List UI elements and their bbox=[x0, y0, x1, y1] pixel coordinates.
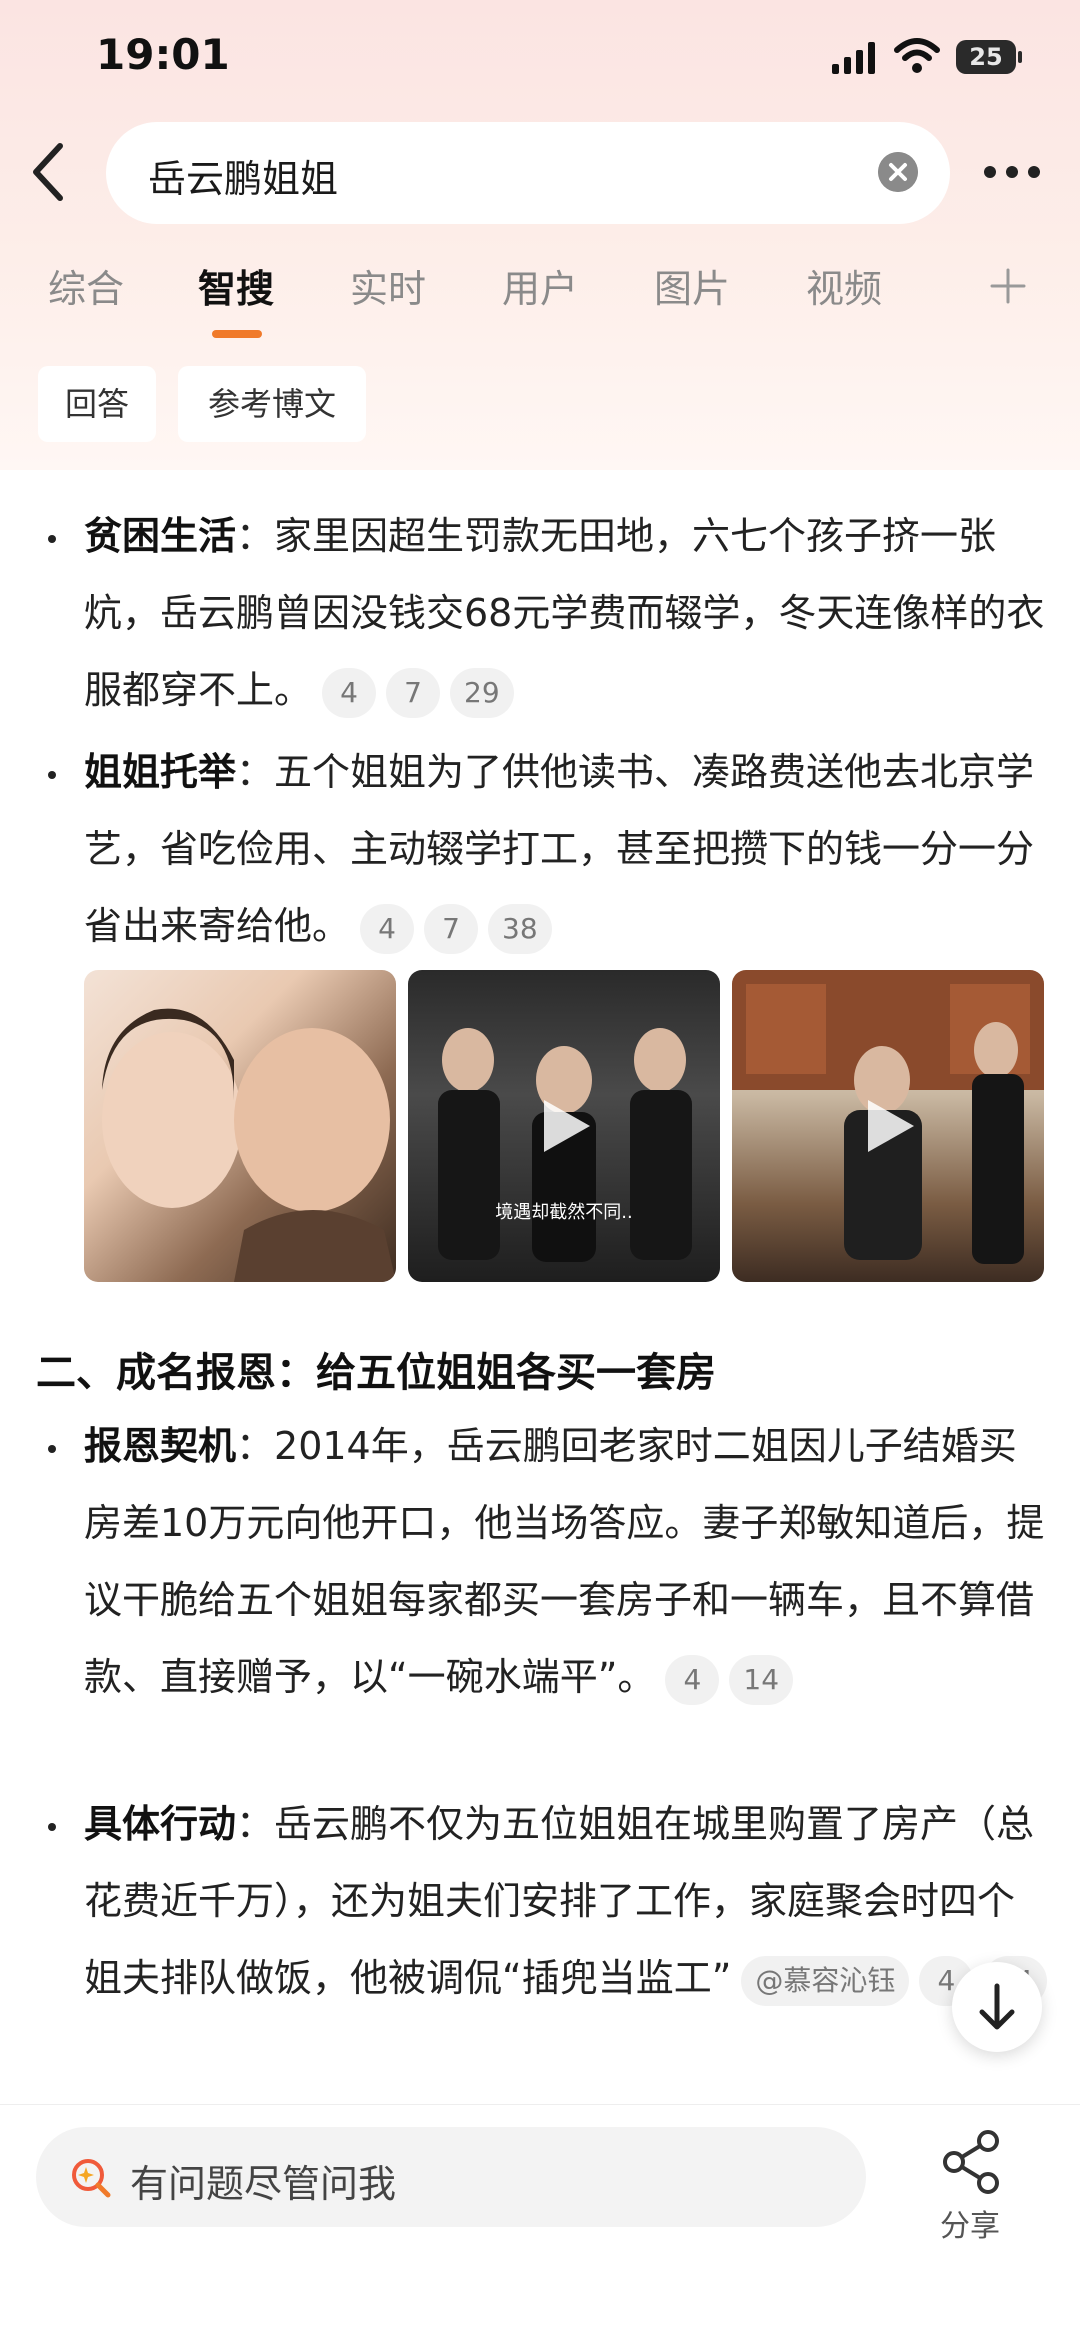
bullet-dot bbox=[48, 1445, 56, 1453]
item-title: 具体行动 bbox=[84, 1802, 237, 1846]
ask-input[interactable]: 有问题尽管问我 bbox=[36, 2127, 866, 2227]
tab-comprehensive[interactable]: 综合 bbox=[48, 258, 124, 313]
share-icon[interactable] bbox=[940, 2129, 1006, 2195]
wifi-icon bbox=[894, 38, 940, 73]
tab-bar: 综合 智搜 实时 用户 图片 视频 bbox=[0, 258, 1080, 338]
citation-badge[interactable]: 4 bbox=[322, 667, 377, 718]
item-title: 姐姐托举 bbox=[84, 750, 237, 794]
item-repay: 报恩契机：2014年，岳云鹏回老家时二姐因儿子结婚买房差10万元向他开口，他当场… bbox=[84, 1408, 1050, 1716]
battery-icon: 25 bbox=[956, 40, 1022, 74]
item-title: 贫困生活 bbox=[84, 514, 237, 558]
arrow-down-icon bbox=[979, 1983, 1015, 2030]
ai-search-icon bbox=[72, 2159, 111, 2198]
item-poverty: 贫困生活：家里因超生罚款无田地，六七个孩子挤一张炕，岳云鹏曾因没钱交68元学费而… bbox=[84, 498, 1050, 729]
citation-badge[interactable]: 7 bbox=[424, 903, 479, 954]
bullet-dot bbox=[48, 535, 56, 543]
status-bar: 19:01 25 bbox=[0, 0, 1080, 120]
tab-images[interactable]: 图片 bbox=[654, 258, 730, 313]
bullet-dot bbox=[48, 771, 56, 779]
mention-badge[interactable]: @慕容沁钰 bbox=[741, 1955, 910, 2006]
tab-smart-search[interactable]: 智搜 bbox=[198, 258, 274, 313]
bottom-bar: 有问题尽管问我 分享 bbox=[0, 2104, 1080, 2337]
scroll-down-button[interactable] bbox=[952, 1962, 1042, 2052]
signal-icon bbox=[832, 42, 875, 74]
citation-badge[interactable]: 29 bbox=[450, 667, 514, 718]
back-arrow-icon[interactable] bbox=[28, 140, 68, 204]
battery-level: 25 bbox=[956, 40, 1016, 74]
item-action: 具体行动：岳云鹏不仅为五位姐姐在城里购置了房产（总花费近千万），还为姐夫们安排了… bbox=[84, 1786, 1050, 2017]
plus-icon[interactable] bbox=[990, 268, 1026, 304]
ask-placeholder: 有问题尽管问我 bbox=[130, 2162, 397, 2206]
more-icon[interactable] bbox=[982, 162, 1042, 182]
status-time: 19:01 bbox=[96, 30, 230, 79]
chip-answer[interactable]: 回答 bbox=[38, 366, 156, 442]
search-query: 岳云鹏姐姐 bbox=[148, 157, 339, 201]
tab-videos[interactable]: 视频 bbox=[806, 258, 882, 313]
citation-badge[interactable]: 4 bbox=[360, 903, 415, 954]
search-input[interactable]: 岳云鹏姐姐 bbox=[106, 122, 950, 224]
section-heading: 二、成名报恩：给五位姐姐各买一套房 bbox=[36, 1350, 716, 1396]
media-video[interactable]: 境遇却截然不同.. bbox=[408, 970, 720, 1282]
video-caption: 境遇却截然不同.. bbox=[495, 1202, 633, 1223]
tab-users[interactable]: 用户 bbox=[502, 258, 578, 313]
share-label[interactable]: 分享 bbox=[940, 2201, 1000, 2245]
item-sister-support: 姐姐托举：五个姐姐为了供他读书、凑路费送他去北京学艺，省吃俭用、主动辍学打工，甚… bbox=[84, 734, 1050, 965]
media-video[interactable] bbox=[732, 970, 1044, 1282]
people-photo-icon bbox=[102, 1008, 396, 1282]
clear-icon[interactable] bbox=[878, 152, 918, 192]
active-tab-indicator bbox=[212, 330, 262, 338]
citation-badge[interactable]: 14 bbox=[729, 1654, 794, 1705]
play-icon[interactable] bbox=[858, 1096, 918, 1156]
tab-realtime[interactable]: 实时 bbox=[350, 258, 426, 313]
media-photo[interactable] bbox=[84, 970, 396, 1282]
play-icon[interactable] bbox=[534, 1096, 594, 1156]
chip-reference-posts[interactable]: 参考博文 bbox=[178, 366, 366, 442]
citation-badge[interactable]: 7 bbox=[386, 667, 441, 718]
item-title: 报恩契机 bbox=[84, 1424, 237, 1468]
citation-badge[interactable]: 4 bbox=[665, 1654, 720, 1705]
bullet-dot bbox=[48, 1823, 56, 1831]
citation-badge[interactable]: 38 bbox=[488, 903, 552, 954]
